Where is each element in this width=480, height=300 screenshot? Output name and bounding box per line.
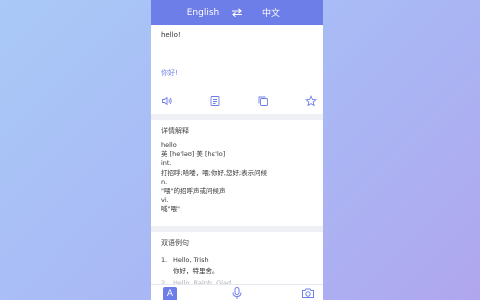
translation-card: hello! 你好! [151, 25, 323, 114]
star-icon[interactable] [305, 95, 317, 107]
speaker-icon[interactable] [161, 95, 173, 107]
swap-arrows-icon[interactable] [229, 8, 245, 18]
example-chinese: 你好，特里舍。 [173, 267, 219, 275]
detail-card: 详情解释 hello 英 [he'ləʊ] 美 [hɛ'lo] int. 打招呼… [151, 120, 323, 226]
language-bar: English 中文 [151, 0, 323, 25]
source-language-button[interactable]: English [177, 8, 229, 18]
bilingual-title: 双语例句 [161, 239, 189, 247]
result-actions [151, 93, 323, 109]
detail-line: 打招呼;哈喽，喂;你好,您好;表示问候 [161, 168, 268, 177]
detail-title: 详情解释 [161, 127, 189, 135]
detail-line: 喊"喂" [161, 205, 180, 214]
phone-screen: English 中文 hello! 你好! 详情解释 hello 英 [he'l… [151, 0, 323, 300]
bilingual-examples-card: 双语例句 1. Hello, Trish 你好，特里舍。 2. Hello, Ral… [151, 232, 323, 292]
example-english: Hello, Trish [173, 256, 209, 264]
target-language-button[interactable]: 中文 [245, 6, 297, 19]
example-item: 1. Hello, Trish [161, 256, 209, 264]
translation-result: 你好! [161, 69, 178, 77]
source-text-input[interactable]: hello! [161, 31, 181, 39]
detail-line: int. [161, 159, 172, 168]
detail-line: hello [161, 141, 177, 149]
microphone-icon[interactable] [230, 286, 244, 300]
detail-line: 英 [he'ləʊ] 美 [hɛ'lo] [161, 150, 226, 159]
bottom-toolbar: A [151, 284, 323, 300]
detail-line: "喂"的招呼声或问候声 [161, 187, 226, 196]
keyboard-icon[interactable]: A [163, 287, 177, 300]
detail-definition: hello 英 [he'ləʊ] 美 [hɛ'lo] int. 打招呼;哈喽，喂… [161, 141, 267, 215]
detail-line: n. [161, 177, 168, 186]
note-icon[interactable] [209, 95, 221, 107]
camera-icon[interactable] [301, 287, 315, 299]
copy-icon[interactable] [257, 95, 269, 107]
example-number: 1. [161, 256, 168, 264]
